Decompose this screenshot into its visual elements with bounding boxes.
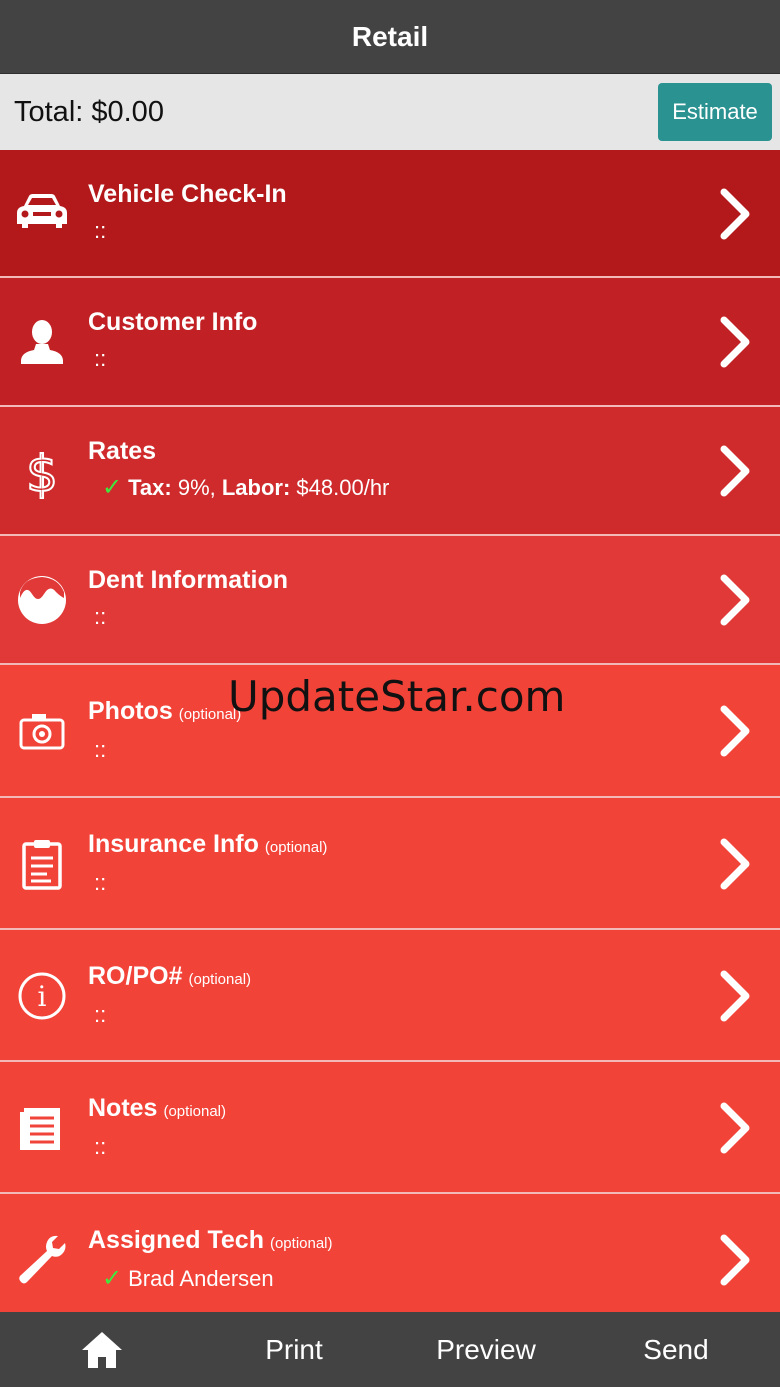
- nav-preview[interactable]: Preview: [390, 1312, 582, 1387]
- notes-icon: [14, 1100, 70, 1156]
- svg-text:$: $: [26, 445, 58, 499]
- row-label: Notes (optional): [88, 1094, 227, 1122]
- row-dent-information[interactable]: Dent Information ::: [0, 536, 780, 665]
- bottom-nav: Print Preview Send: [0, 1312, 780, 1387]
- row-label: Photos (optional): [88, 697, 242, 725]
- row-status: ::: [94, 346, 107, 371]
- row-notes[interactable]: Notes (optional) ::: [0, 1062, 780, 1194]
- section-list: Vehicle Check-In :: Customer Info :: $ R…: [0, 150, 780, 1314]
- row-label: Assigned Tech (optional): [88, 1226, 333, 1254]
- row-assigned-tech[interactable]: Assigned Tech (optional) ✓ Brad Andersen: [0, 1194, 780, 1314]
- wrench-icon: [14, 1232, 70, 1288]
- row-status: ::: [94, 870, 107, 895]
- row-label: Vehicle Check-In: [88, 180, 287, 208]
- chevron-right-icon: [720, 1102, 750, 1154]
- row-label: RO/PO# (optional): [88, 962, 252, 990]
- row-insurance-info[interactable]: Insurance Info (optional) ::: [0, 798, 780, 930]
- row-label: Insurance Info (optional): [88, 830, 328, 858]
- chevron-right-icon: [720, 1234, 750, 1286]
- info-icon: i: [14, 968, 70, 1024]
- row-customer-info[interactable]: Customer Info ::: [0, 278, 780, 407]
- row-status: ::: [94, 737, 107, 762]
- row-status: ::: [94, 1002, 107, 1027]
- row-status: ::: [94, 604, 107, 629]
- total-bar: Total: $0.00 Estimate: [0, 74, 780, 150]
- estimate-button[interactable]: Estimate: [658, 83, 772, 141]
- row-status: ::: [94, 218, 107, 243]
- chevron-right-icon: [720, 970, 750, 1022]
- chevron-right-icon: [720, 574, 750, 626]
- row-photos[interactable]: Photos (optional) ::: [0, 665, 780, 798]
- row-label: Rates: [88, 437, 157, 465]
- svg-text:i: i: [38, 980, 47, 1013]
- dollar-icon: $: [14, 443, 70, 499]
- person-icon: [14, 314, 70, 370]
- title-bar: Retail: [0, 0, 780, 74]
- chevron-right-icon: [720, 316, 750, 368]
- dent-icon: [14, 572, 70, 628]
- row-ro-po[interactable]: i RO/PO# (optional) ::: [0, 930, 780, 1062]
- row-label: Dent Information: [88, 566, 288, 594]
- row-label: Customer Info: [88, 308, 258, 336]
- total-amount: Total: $0.00: [14, 95, 164, 128]
- nav-send[interactable]: Send: [582, 1312, 770, 1387]
- nav-print[interactable]: Print: [198, 1312, 390, 1387]
- row-vehicle-check-in[interactable]: Vehicle Check-In ::: [0, 150, 780, 278]
- clipboard-icon: [14, 836, 70, 892]
- checkmark-icon: ✓: [102, 1265, 123, 1292]
- chevron-right-icon: [720, 838, 750, 890]
- page-title: Retail: [351, 20, 429, 52]
- row-status: ✓ Tax: 9%, Labor: $48.00/hr: [102, 474, 390, 501]
- car-icon: [14, 184, 70, 240]
- home-icon: [82, 1331, 122, 1368]
- nav-home[interactable]: [6, 1312, 198, 1387]
- checkmark-icon: ✓: [102, 474, 123, 501]
- chevron-right-icon: [720, 445, 750, 497]
- row-rates[interactable]: $ Rates ✓ Tax: 9%, Labor: $48.00/hr: [0, 407, 780, 536]
- chevron-right-icon: [720, 188, 750, 240]
- row-status: ::: [94, 1134, 107, 1159]
- chevron-right-icon: [720, 705, 750, 757]
- camera-icon: [14, 703, 70, 759]
- row-status: ✓ Brad Andersen: [102, 1265, 274, 1292]
